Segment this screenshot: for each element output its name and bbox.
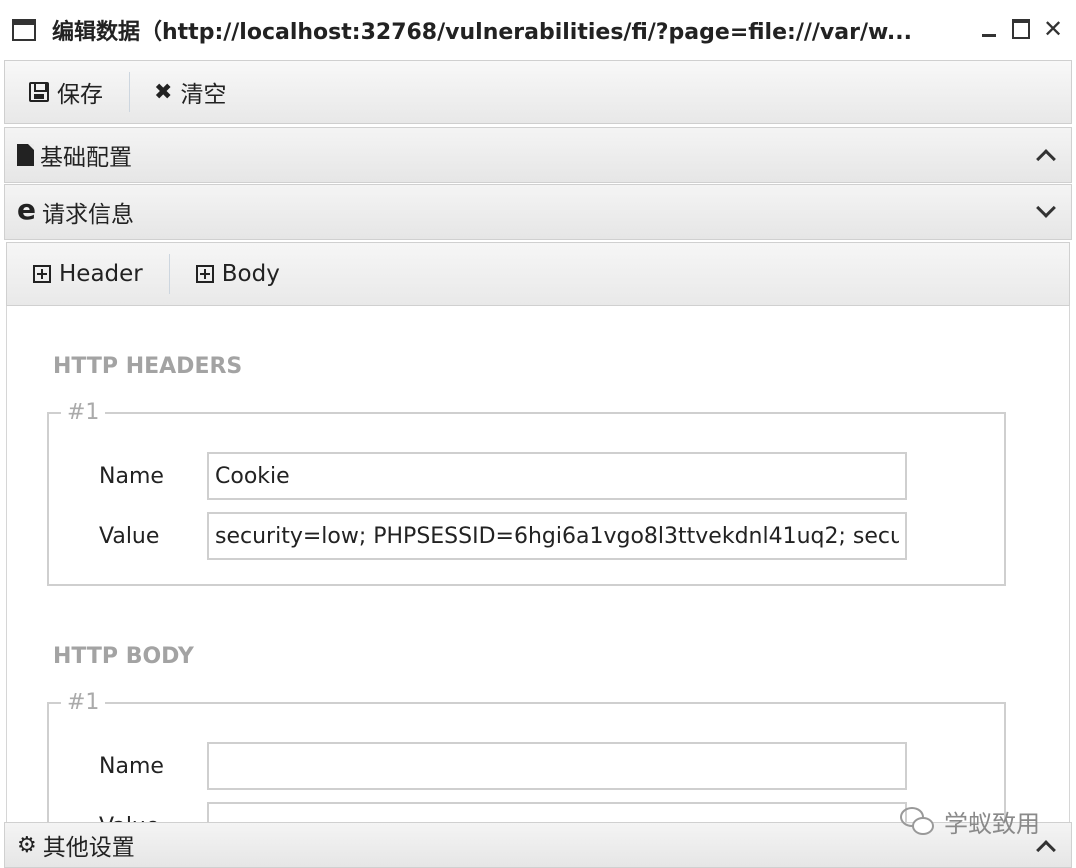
- section-basic-config[interactable]: 基础配置: [4, 127, 1072, 183]
- window-titlebar: 编辑数据（http://localhost:32768/vulnerabilit…: [0, 0, 1076, 60]
- chevron-down-icon[interactable]: [1036, 198, 1056, 218]
- body-name-input[interactable]: [207, 742, 907, 790]
- header-value-label: Value: [99, 523, 160, 549]
- header-value-row: Value: [99, 512, 907, 560]
- section-request-info-label: 请求信息: [42, 202, 134, 228]
- wechat-icon: [900, 806, 936, 837]
- minimize-icon[interactable]: [978, 16, 1000, 42]
- chevron-up-icon[interactable]: [1036, 149, 1056, 169]
- add-body-button[interactable]: Body: [170, 254, 306, 294]
- request-toolbar: Header Body: [6, 242, 1070, 306]
- header-value-input[interactable]: [207, 512, 907, 560]
- request-content-panel[interactable]: HTTP HEADERS #1 Name Value HTTP BODY #1 …: [6, 306, 1070, 822]
- body-value-input[interactable]: [207, 802, 907, 822]
- gears-icon: ⚙: [17, 832, 37, 858]
- http-body-title: HTTP BODY: [53, 644, 194, 669]
- watermark: 学蚁致用: [900, 804, 1040, 839]
- window-controls: ✕: [978, 16, 1064, 42]
- clear-button[interactable]: ✖ 清空: [130, 72, 252, 112]
- add-body-label: Body: [221, 261, 280, 287]
- file-icon: [17, 144, 34, 166]
- section-request-info[interactable]: e 请求信息: [4, 184, 1072, 240]
- window-title: 编辑数据（http://localhost:32768/vulnerabilit…: [52, 20, 912, 45]
- body-group-1-legend: #1: [67, 690, 100, 715]
- body-name-row: Name: [99, 742, 907, 790]
- add-header-button[interactable]: Header: [7, 254, 169, 294]
- window-icon: [12, 19, 36, 41]
- header-name-input[interactable]: [207, 452, 907, 500]
- header-group-1-legend: #1: [67, 400, 100, 425]
- section-basic-config-label: 基础配置: [40, 145, 132, 171]
- close-icon[interactable]: ✕: [1042, 16, 1064, 42]
- http-headers-title: HTTP HEADERS: [53, 354, 243, 379]
- save-button-label: 保存: [57, 82, 103, 108]
- watermark-text: 学蚁致用: [944, 810, 1040, 838]
- x-icon: ✖: [154, 79, 173, 105]
- body-name-label: Name: [99, 753, 164, 779]
- chevron-up-icon[interactable]: [1036, 840, 1056, 860]
- section-other-settings-label: 其他设置: [42, 835, 135, 861]
- plus-square-icon: [195, 265, 214, 283]
- edge-icon: e: [17, 193, 36, 226]
- plus-square-icon: [33, 265, 51, 283]
- save-icon: [29, 82, 49, 102]
- clear-button-label: 清空: [180, 82, 227, 108]
- save-button[interactable]: 保存: [5, 72, 129, 112]
- body-value-label: Value: [99, 814, 207, 823]
- body-value-row: Value: [99, 802, 907, 822]
- header-name-label: Name: [99, 463, 164, 489]
- maximize-icon[interactable]: [1010, 16, 1032, 42]
- header-name-row: Name: [99, 452, 907, 500]
- add-header-label: Header: [59, 261, 143, 287]
- main-toolbar: 保存 ✖ 清空: [4, 60, 1072, 124]
